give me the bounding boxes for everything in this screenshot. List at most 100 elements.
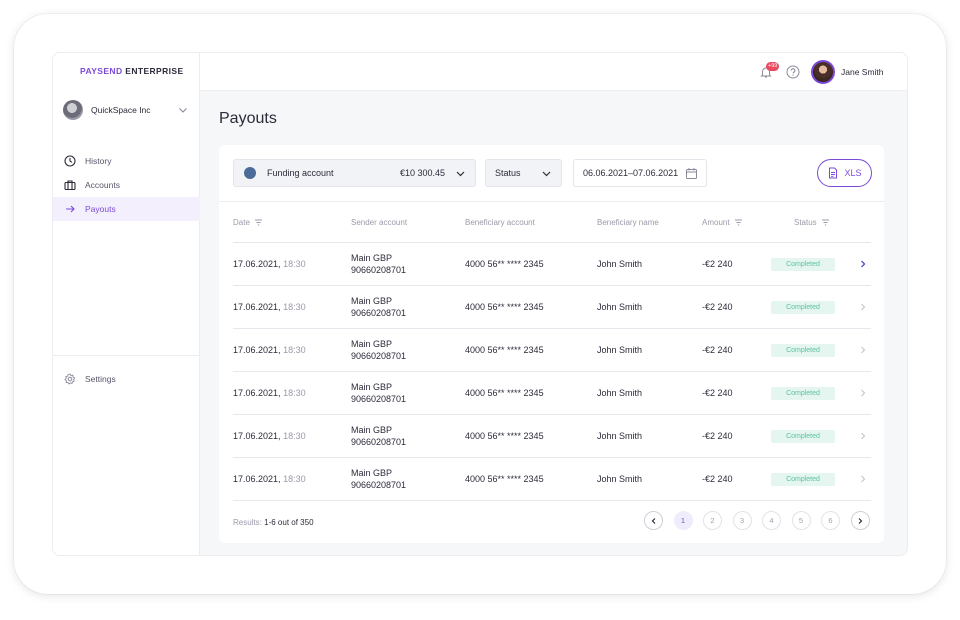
- sender-number: 90660208701: [351, 265, 407, 275]
- chevron-down-icon: [542, 171, 551, 177]
- sender-number: 90660208701: [351, 437, 407, 447]
- chevron-right-icon[interactable]: [858, 474, 868, 484]
- beneficiary-name-cell: John Smith: [597, 474, 643, 484]
- table-row[interactable]: 17.06.2021, 18:30 Main GBP 90660208701 40…: [233, 415, 871, 458]
- table-row[interactable]: 17.06.2021, 18:30 Main GBP 90660208701 40…: [233, 458, 871, 501]
- page-button-2[interactable]: 2: [703, 511, 722, 530]
- status-badge: Completed: [771, 430, 835, 443]
- time-value: 18:30: [283, 259, 306, 269]
- date-value: 17.06.2021,: [233, 388, 281, 398]
- beneficiary-account-cell: 4000 56** **** 2345: [465, 302, 544, 312]
- time-value: 18:30: [283, 302, 306, 312]
- notification-badge: +99: [766, 62, 780, 71]
- amount-cell: -€2 240: [702, 388, 733, 398]
- status-select[interactable]: Status: [485, 159, 562, 187]
- chevron-right-icon[interactable]: [858, 345, 868, 355]
- status-badge: Completed: [771, 387, 835, 400]
- avatar[interactable]: [811, 60, 835, 84]
- clock-icon: [64, 155, 76, 167]
- sidebar-item-label: Payouts: [85, 204, 116, 214]
- date-cell: 17.06.2021, 18:30: [233, 474, 306, 484]
- funding-account-select[interactable]: Funding account €10 300.45: [233, 159, 476, 187]
- page-button-6[interactable]: 6: [821, 511, 840, 530]
- sidebar: PAYSEND ENTERPRISE QuickSpace Inc Histor…: [53, 53, 200, 555]
- date-cell: 17.06.2021, 18:30: [233, 302, 306, 312]
- beneficiary-name-cell: John Smith: [597, 259, 643, 269]
- top-bar: +99 Jane Smith: [200, 53, 907, 91]
- page-button-4[interactable]: 4: [762, 511, 781, 530]
- logo-brand: PAYSEND: [80, 66, 123, 76]
- user-name[interactable]: Jane Smith: [841, 67, 884, 77]
- sort-icon: [254, 219, 262, 226]
- sender-number: 90660208701: [351, 351, 407, 361]
- amount-cell: -€2 240: [702, 431, 733, 441]
- date-value: 17.06.2021,: [233, 345, 281, 355]
- date-cell: 17.06.2021, 18:30: [233, 388, 306, 398]
- chevron-down-icon: [456, 171, 465, 177]
- page-button-1[interactable]: 1: [673, 511, 693, 530]
- sidebar-item-history[interactable]: History: [53, 149, 200, 173]
- amount-cell: -€2 240: [702, 345, 733, 355]
- sort-icon: [734, 219, 742, 226]
- sender-number: 90660208701: [351, 480, 407, 490]
- column-header-status[interactable]: Status: [794, 218, 830, 227]
- column-header-label: Sender account: [351, 218, 408, 227]
- date-range-picker[interactable]: 06.06.2021–07.06.2021: [573, 159, 707, 187]
- sender-cell: Main GBP 90660208701: [351, 252, 406, 276]
- table-row[interactable]: 17.06.2021, 18:30 Main GBP 90660208701 40…: [233, 372, 871, 415]
- help-icon[interactable]: [786, 65, 800, 79]
- column-header-label: Beneficiary name: [597, 218, 659, 227]
- prev-page-button[interactable]: [644, 511, 663, 530]
- column-header-label: Beneficiary account: [465, 218, 535, 227]
- column-header-amount[interactable]: Amount: [702, 218, 743, 227]
- funding-account-amount: €10 300.45: [399, 168, 445, 178]
- next-page-button[interactable]: [850, 511, 870, 530]
- logo-suffix: ENTERPRISE: [125, 66, 184, 76]
- results-prefix: Results:: [233, 518, 262, 527]
- chevron-right-icon[interactable]: [858, 259, 868, 269]
- main-content: Payouts Funding account €10 300.45 Statu…: [200, 91, 907, 555]
- page-button-3[interactable]: 3: [732, 511, 752, 530]
- date-cell: 17.06.2021, 18:30: [233, 345, 306, 355]
- sender-name: Main GBP: [351, 382, 393, 392]
- funding-account-label: Funding account: [267, 168, 334, 178]
- column-header-date[interactable]: Date: [233, 218, 263, 227]
- column-header-label: Status: [794, 218, 817, 227]
- amount-cell: -€2 240: [702, 302, 733, 312]
- pagination: 1 2 3 4 5 6: [644, 511, 870, 531]
- chevron-right-icon[interactable]: [858, 431, 868, 441]
- page-button-5[interactable]: 5: [791, 511, 811, 530]
- table-header: Date Sender account Beneficiary account …: [233, 203, 871, 243]
- table-row[interactable]: 17.06.2021, 18:30 Main GBP 90660208701 40…: [233, 286, 871, 329]
- column-header-beneficiary-name: Beneficiary name: [597, 218, 659, 227]
- sender-cell: Main GBP 90660208701: [351, 424, 406, 448]
- chevron-left-icon: [651, 517, 655, 524]
- date-range-value: 06.06.2021–07.06.2021: [583, 168, 679, 178]
- chevron-right-icon[interactable]: [858, 302, 868, 312]
- arrow-right-icon: [66, 205, 75, 213]
- account-color-dot: [244, 167, 256, 179]
- sidebar-item-settings[interactable]: Settings: [53, 367, 200, 391]
- table-row[interactable]: 17.06.2021, 18:30 Main GBP 90660208701 40…: [233, 329, 871, 372]
- beneficiary-account-cell: 4000 56** **** 2345: [465, 259, 544, 269]
- sidebar-item-accounts[interactable]: Accounts: [53, 173, 200, 197]
- table-row[interactable]: 17.06.2021, 18:30 Main GBP 90660208701 40…: [233, 243, 871, 286]
- export-xls-label: XLS: [844, 168, 862, 178]
- date-value: 17.06.2021,: [233, 431, 281, 441]
- sender-cell: Main GBP 90660208701: [351, 338, 406, 362]
- amount-cell: -€2 240: [702, 474, 733, 484]
- export-xls-button[interactable]: XLS: [817, 159, 872, 187]
- status-badge: Completed: [771, 301, 835, 314]
- status-select-label: Status: [495, 168, 521, 178]
- sidebar-item-label: Settings: [85, 374, 116, 384]
- chevron-right-icon[interactable]: [858, 388, 868, 398]
- beneficiary-account-cell: 4000 56** **** 2345: [465, 431, 544, 441]
- column-header-label: Amount: [702, 218, 730, 227]
- gear-icon: [64, 373, 76, 385]
- sender-name: Main GBP: [351, 339, 393, 349]
- results-value: 1-6 out of 350: [264, 518, 314, 527]
- company-switcher[interactable]: QuickSpace Inc: [63, 100, 189, 120]
- sidebar-item-payouts[interactable]: Payouts: [53, 197, 200, 221]
- status-badge: Completed: [771, 473, 835, 486]
- settings-section: Settings: [53, 367, 200, 391]
